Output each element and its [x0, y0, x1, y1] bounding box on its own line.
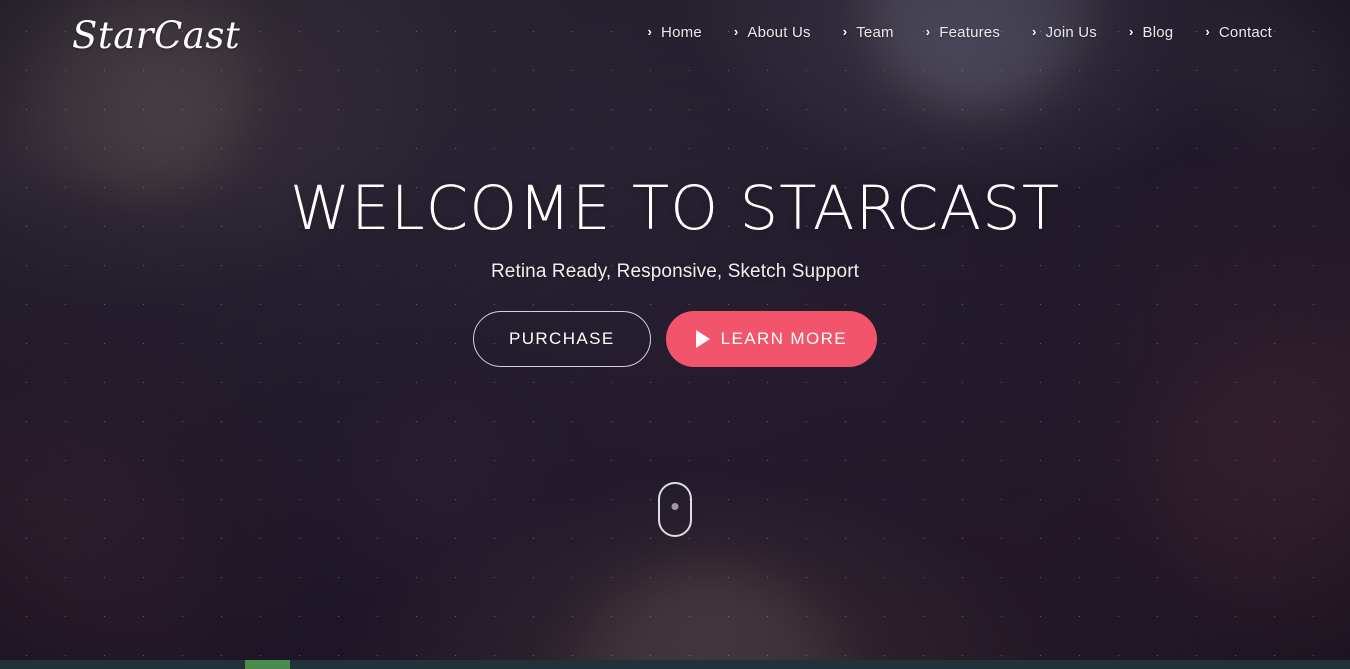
nav-item-label: Team [856, 24, 894, 41]
chevron-right-icon: › [647, 24, 653, 39]
mouse-scroll-wheel-dot [671, 503, 679, 510]
learn-more-button[interactable]: LEARN MORE [665, 311, 878, 367]
hero-button-row: PURCHASE LEARN MORE [0, 311, 1350, 367]
nav-item-about-us[interactable]: › About Us [718, 24, 827, 41]
play-icon [695, 330, 710, 348]
nav-item-label: Blog [1142, 24, 1174, 41]
chevron-right-icon: › [1205, 24, 1210, 39]
next-section-sliver [0, 660, 1350, 669]
hero-title: WELCOME TO STARCAST [289, 173, 1061, 244]
chevron-right-icon: › [925, 24, 931, 39]
chevron-right-icon: › [1032, 24, 1037, 39]
hero-subtitle: Retina Ready, Responsive, Sketch Support [490, 261, 859, 282]
nav-item-label: Join Us [1045, 24, 1097, 41]
chevron-right-icon: › [733, 24, 739, 39]
next-section-accent-bar [245, 660, 290, 669]
nav-item-home[interactable]: › Home [632, 24, 718, 41]
nav-item-label: About Us [747, 24, 811, 41]
main-navigation: › Home › About Us › Team › Features › Jo… [632, 24, 1272, 41]
learn-more-button-label: LEARN MORE [720, 329, 848, 348]
nav-item-label: Home [661, 24, 702, 41]
hero-content: WELCOME TO STARCAST Retina Ready, Respon… [0, 178, 1350, 367]
purchase-button-label: PURCHASE [508, 329, 615, 348]
purchase-button[interactable]: PURCHASE [472, 311, 651, 367]
nav-item-features[interactable]: › Features [910, 24, 1016, 41]
nav-item-team[interactable]: › Team [827, 24, 910, 41]
chevron-right-icon: › [1129, 24, 1134, 39]
site-header: StarCast › Home › About Us › Team › Feat… [0, 0, 1350, 72]
nav-item-label: Features [939, 24, 1001, 41]
hero-section: StarCast › Home › About Us › Team › Feat… [0, 0, 1350, 660]
nav-item-blog[interactable]: › Blog [1113, 24, 1189, 41]
site-logo[interactable]: StarCast [72, 14, 240, 57]
mouse-scroll-icon[interactable] [658, 482, 692, 537]
chevron-right-icon: › [842, 24, 848, 39]
nav-item-label: Contact [1218, 24, 1272, 41]
nav-item-join-us[interactable]: › Join Us [1016, 24, 1113, 41]
nav-item-contact[interactable]: › Contact [1189, 24, 1272, 41]
